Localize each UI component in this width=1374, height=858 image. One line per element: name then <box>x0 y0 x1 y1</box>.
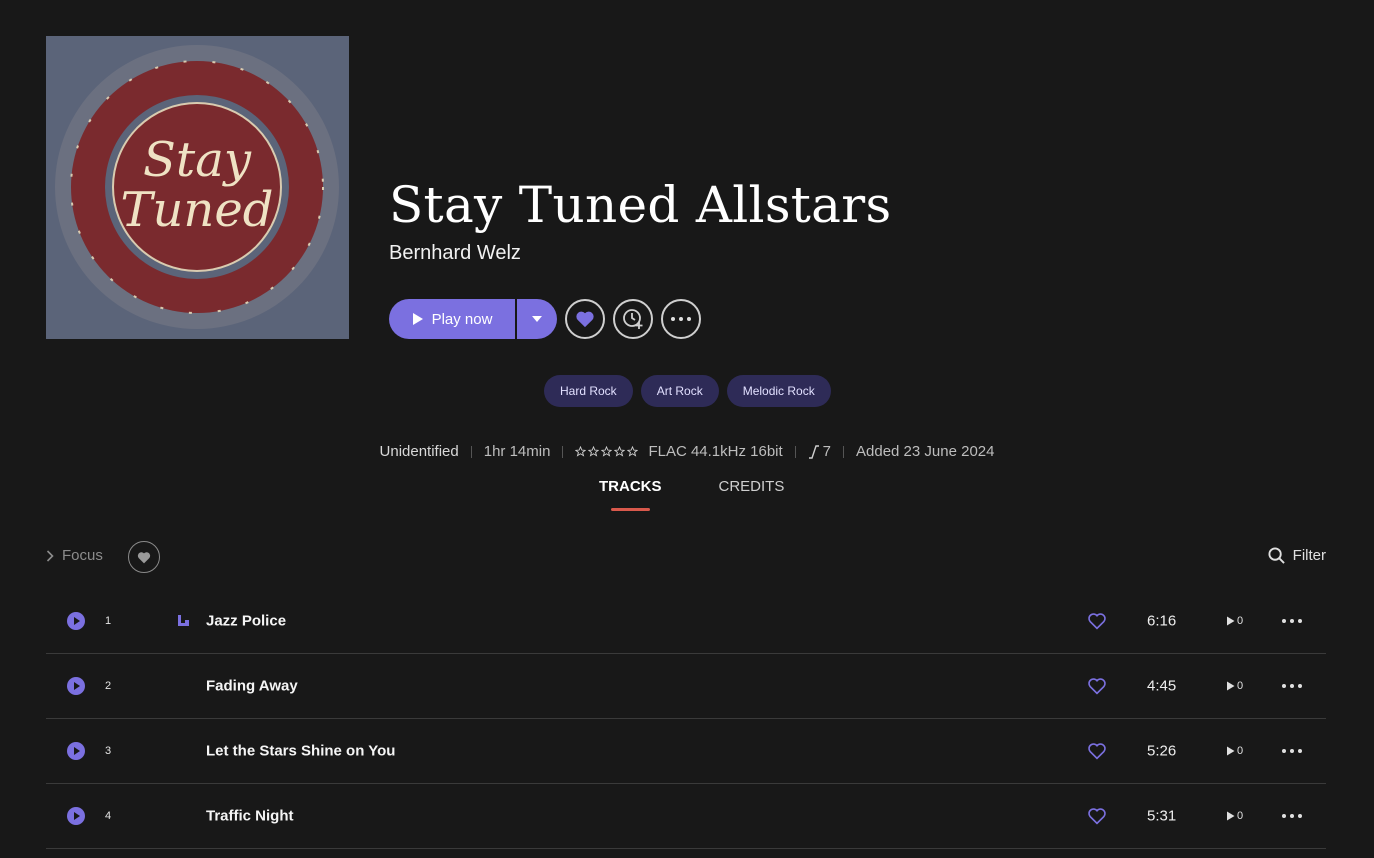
track-duration: 6:16 <box>1147 612 1177 630</box>
filter-button[interactable]: Filter <box>1268 547 1326 564</box>
dynamic-range-value: 7 <box>822 443 832 460</box>
album-meta: Unidentified 1hr 14min FLAC 44.1kHz 16bi… <box>0 443 1374 460</box>
ellipsis-icon[interactable] <box>1282 683 1302 689</box>
track-number: 1 <box>105 615 112 627</box>
play-count-value: 0 <box>1237 680 1244 692</box>
track-duration: 4:45 <box>1147 677 1177 695</box>
cover-text-stay: Stay <box>143 132 252 188</box>
cover-text-tuned: Tuned <box>121 182 274 238</box>
track-list: 1 Jazz Police 6:16 0 2 Fading Away 4:45 … <box>46 589 1326 849</box>
play-count: 0 <box>1226 615 1243 627</box>
dynamic-range: 7 <box>808 443 831 460</box>
more-options-button[interactable] <box>661 299 701 339</box>
tag-hard-rock[interactable]: Hard Rock <box>544 375 633 407</box>
star-icon[interactable] <box>588 446 600 457</box>
tag-melodic-rock[interactable]: Melodic Rock <box>726 375 831 407</box>
filter-label: Filter <box>1292 547 1326 564</box>
date-added: Added 23 June 2024 <box>856 443 995 460</box>
track-duration: 5:31 <box>1147 807 1177 825</box>
caret-down-icon <box>532 316 542 322</box>
focus-toggle[interactable]: Focus <box>46 547 103 564</box>
divider <box>562 445 564 458</box>
heart-icon <box>137 551 151 563</box>
track-row[interactable]: 4 Traffic Night 5:31 0 <box>46 784 1326 849</box>
track-title[interactable]: Jazz Police <box>206 613 286 630</box>
play-count-icon <box>1227 616 1235 626</box>
track-title[interactable]: Traffic Night <box>206 808 294 825</box>
play-count-icon <box>1227 811 1235 821</box>
track-play-icon[interactable] <box>67 742 85 760</box>
track-play-icon[interactable] <box>67 677 85 695</box>
heart-outline-icon[interactable] <box>1087 807 1107 825</box>
clock-plus-icon <box>623 309 643 329</box>
focus-label: Focus <box>62 547 103 564</box>
play-now-label: Play now <box>431 310 493 328</box>
ellipsis-icon <box>671 317 691 321</box>
divider <box>470 445 472 458</box>
star-icon[interactable] <box>627 446 639 457</box>
tab-tracks[interactable]: TRACKS <box>599 478 662 511</box>
favorites-filter-button[interactable] <box>128 541 160 573</box>
play-count-icon <box>1227 746 1235 756</box>
genre-tags: Hard Rock Art Rock Melodic Rock <box>544 375 831 407</box>
tab-credits[interactable]: CREDITS <box>719 478 785 503</box>
track-row[interactable]: 2 Fading Away 4:45 0 <box>46 654 1326 719</box>
track-title[interactable]: Let the Stars Shine on You <box>206 743 395 760</box>
chevron-right-icon <box>46 549 54 562</box>
star-icon[interactable] <box>575 446 587 457</box>
heart-outline-icon[interactable] <box>1087 612 1107 630</box>
dynamic-range-icon <box>808 444 819 459</box>
play-options-dropdown[interactable] <box>517 299 557 339</box>
star-icon[interactable] <box>601 446 613 457</box>
divider <box>794 445 796 458</box>
tag-art-rock[interactable]: Art Rock <box>640 375 719 407</box>
ellipsis-icon[interactable] <box>1282 813 1302 819</box>
album-duration: 1hr 14min <box>483 443 551 460</box>
play-count: 0 <box>1226 680 1243 692</box>
play-count: 0 <box>1226 810 1243 822</box>
play-count-value: 0 <box>1237 615 1244 627</box>
track-title[interactable]: Fading Away <box>206 678 298 695</box>
search-icon <box>1268 547 1285 564</box>
play-count-icon <box>1227 681 1235 691</box>
heart-outline-icon[interactable] <box>1087 742 1107 760</box>
add-to-queue-button[interactable] <box>613 299 653 339</box>
album-cover-art: Stay Tuned <box>46 36 349 339</box>
track-number: 4 <box>105 810 112 822</box>
identification-status[interactable]: Unidentified <box>380 443 459 460</box>
audio-format: FLAC 44.1kHz 16bit <box>648 443 783 460</box>
track-number: 2 <box>105 680 112 692</box>
track-row[interactable]: 3 Let the Stars Shine on You 5:26 0 <box>46 719 1326 784</box>
divider <box>843 445 845 458</box>
heart-icon <box>576 311 594 328</box>
star-icon[interactable] <box>614 446 626 457</box>
play-count-value: 0 <box>1237 745 1244 757</box>
album-tabs: TRACKS CREDITS <box>599 478 785 511</box>
rating-stars[interactable] <box>575 446 639 457</box>
track-duration: 5:26 <box>1147 742 1177 760</box>
play-now-button[interactable]: Play now <box>389 299 515 339</box>
play-count: 0 <box>1226 745 1243 757</box>
play-icon <box>412 313 423 325</box>
album-artist[interactable]: Bernhard Welz <box>389 242 521 265</box>
album-title: Stay Tuned Allstars <box>389 176 892 234</box>
ellipsis-icon[interactable] <box>1282 748 1302 754</box>
track-play-icon[interactable] <box>67 807 85 825</box>
track-row[interactable]: 1 Jazz Police 6:16 0 <box>46 589 1326 654</box>
heart-outline-icon[interactable] <box>1087 677 1107 695</box>
album-cover[interactable]: Stay Tuned <box>46 36 349 339</box>
track-number: 3 <box>105 745 112 757</box>
ellipsis-icon[interactable] <box>1282 618 1302 624</box>
play-count-value: 0 <box>1237 810 1244 822</box>
favorite-button[interactable] <box>565 299 605 339</box>
track-play-icon[interactable] <box>67 612 85 630</box>
now-playing-indicator-icon <box>178 615 189 626</box>
album-actions: Play now <box>389 299 701 339</box>
